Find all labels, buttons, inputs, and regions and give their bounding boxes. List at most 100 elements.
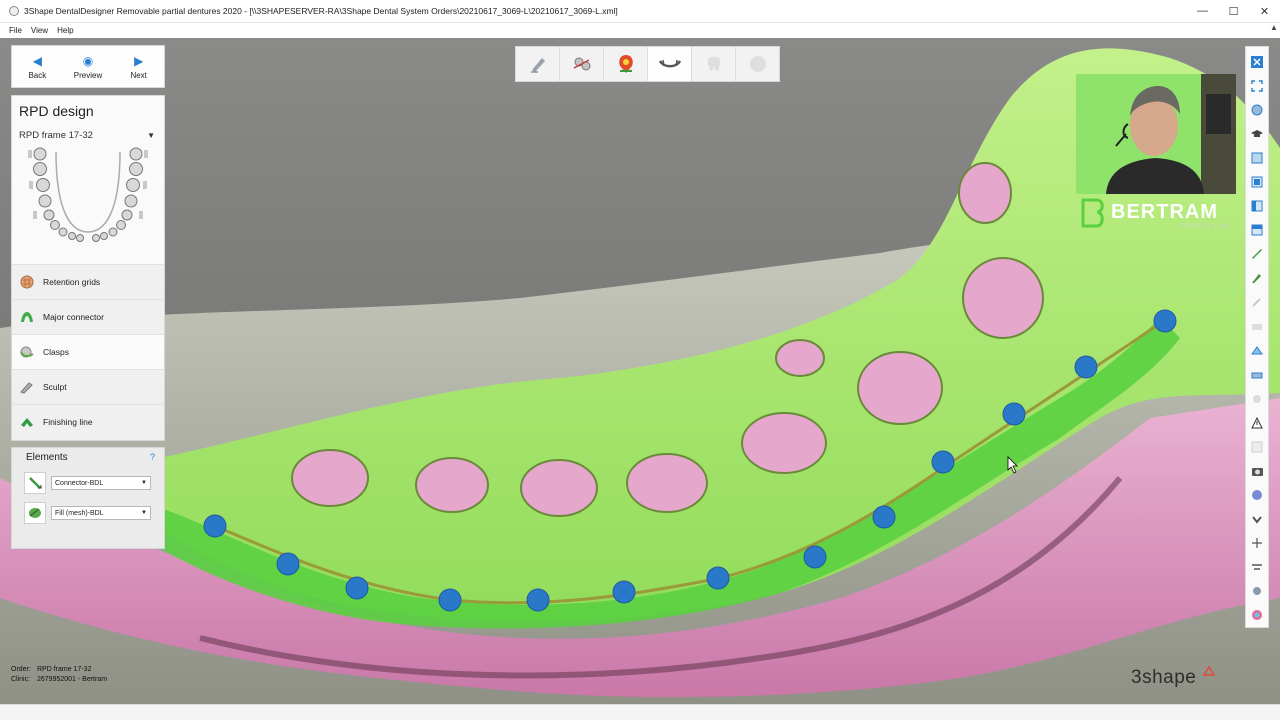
panel-title: RPD design [12,96,164,126]
next-label: Next [130,70,147,80]
frame-select-value: RPD frame 17-32 [19,129,93,141]
clasp-tool-icon [573,57,590,71]
top-toolbar [515,46,780,82]
bertram-mark-icon [1081,198,1104,228]
rpd-design-panel: RPD design RPD frame 17-32 ▼ Retention g… [11,95,165,441]
expand-icon [1251,80,1263,92]
settings-icon [1253,587,1261,596]
clasp-icon [19,345,35,359]
tooth-icon [707,56,720,71]
maximize-button[interactable]: ☐ [1218,5,1249,18]
grid-icon [1251,441,1263,453]
clip-plane-icon [1251,345,1263,355]
fit-view-button[interactable] [1248,74,1266,98]
view-front-button[interactable] [1248,170,1266,194]
step-retention-grids[interactable]: Retention grids [12,264,164,299]
tooth-tool-button[interactable] [692,47,736,81]
finishing-line-icon [19,415,35,429]
next-button[interactable]: ▶ Next [113,46,164,87]
close-view-button[interactable] [1248,50,1266,74]
connector-tool-icon[interactable] [24,472,46,494]
clasp-tool-button[interactable] [560,47,604,81]
cube-icon [1251,152,1263,164]
bertram-subtitle: DENTAL LAB [1181,223,1231,230]
sphere-icon [749,56,766,72]
settings-button[interactable] [1248,579,1266,603]
arrow-left-icon: ◀ [32,53,42,68]
disabled-tool-4[interactable] [1248,435,1266,459]
pencil-tool-button[interactable] [1248,266,1266,290]
fill-mesh-tool-icon[interactable] [24,502,46,524]
frame-select[interactable]: RPD frame 17-32 ▼ [12,126,164,144]
scroll-up-button[interactable]: ▲ [1268,23,1280,35]
step-sculpt[interactable]: Sculpt [12,369,164,404]
webcam-overlay [1076,74,1236,194]
rotate-view-button[interactable] [1248,98,1266,122]
step-clasps[interactable]: Clasps [12,334,164,369]
close-button[interactable]: ✕ [1249,5,1280,18]
clinic-value: 2679952001 - Bertram [37,676,108,683]
help-button[interactable]: ? [150,452,155,468]
app-icon [9,6,19,16]
cross-section-button[interactable] [1248,363,1266,387]
color-button[interactable] [1248,483,1266,507]
window-title: 3Shape DentalDesigner Removable partial … [24,6,618,16]
disabled-tool-3[interactable] [1248,387,1266,411]
connector-select[interactable]: Connector-BDL ▼ [51,476,151,490]
graduation-cap-icon [1251,130,1263,138]
chevron-down-icon [1252,516,1262,524]
bertram-logo: BERTRAM DENTAL LAB [1077,196,1242,236]
status-strip [0,704,1280,720]
preview-button[interactable]: ◉ Preview [63,46,114,87]
tooth-chart[interactable] [12,144,164,264]
view-top-button[interactable] [1248,218,1266,242]
chevron-down-icon: ▼ [147,130,155,140]
step-major-connector[interactable]: Major connector [12,299,164,334]
rest-tool-button[interactable] [604,47,648,81]
connector-icon [19,310,35,324]
connector-arch-icon [658,59,681,68]
elements-header: Elements ? [12,448,164,468]
elements-title: Elements [26,452,68,463]
camera-icon [1251,467,1263,476]
disabled-tool-2[interactable] [1248,315,1266,339]
warning-button[interactable] [1248,411,1266,435]
connector-tool-button[interactable] [648,47,692,81]
camera-button[interactable] [1248,459,1266,483]
layer-icon [1252,323,1262,330]
back-button[interactable]: ◀ Back [12,46,63,87]
wizard-nav: ◀ Back ◉ Preview ▶ Next [11,45,165,88]
element-row-fill: Fill (mesh)-BDL ▼ [12,498,164,528]
step-finishing-line[interactable]: Finishing line [12,404,164,439]
draw-tool-button[interactable] [516,47,560,81]
elements-panel: Elements ? Connector-BDL ▼ Fill (mesh)-B… [11,447,165,549]
clinic-label: Clinic: [11,676,31,683]
fill-select-value: Fill (mesh)-BDL [55,509,104,517]
close-icon [1251,56,1263,69]
palette-icon [1252,489,1262,500]
step-label: Clasps [43,347,69,357]
wand-icon [1252,298,1261,308]
menu-file[interactable]: File [9,26,22,35]
learn-button[interactable] [1248,122,1266,146]
disabled-tool-1[interactable] [1248,290,1266,314]
collapse-button[interactable] [1248,507,1266,531]
view-cube-button[interactable] [1248,146,1266,170]
order-label: Order: [11,666,31,673]
measure-button[interactable] [1248,242,1266,266]
sphere-tool-button[interactable] [736,47,779,81]
color-wheel-button[interactable] [1248,603,1266,627]
retention-grid-icon [19,275,35,289]
clip-plane-button[interactable] [1248,339,1266,363]
fill-select[interactable]: Fill (mesh)-BDL ▼ [51,506,151,520]
chevron-down-icon: ▼ [141,510,147,516]
align-button[interactable] [1248,555,1266,579]
menu-help[interactable]: Help [57,26,73,35]
box-top-icon [1251,224,1263,236]
menu-view[interactable]: View [31,26,48,35]
minimize-button[interactable]: — [1187,5,1218,17]
view-side-button[interactable] [1248,194,1266,218]
eye-icon: ◉ [82,53,94,68]
axis-button[interactable] [1248,531,1266,555]
warning-icon [1251,416,1263,429]
